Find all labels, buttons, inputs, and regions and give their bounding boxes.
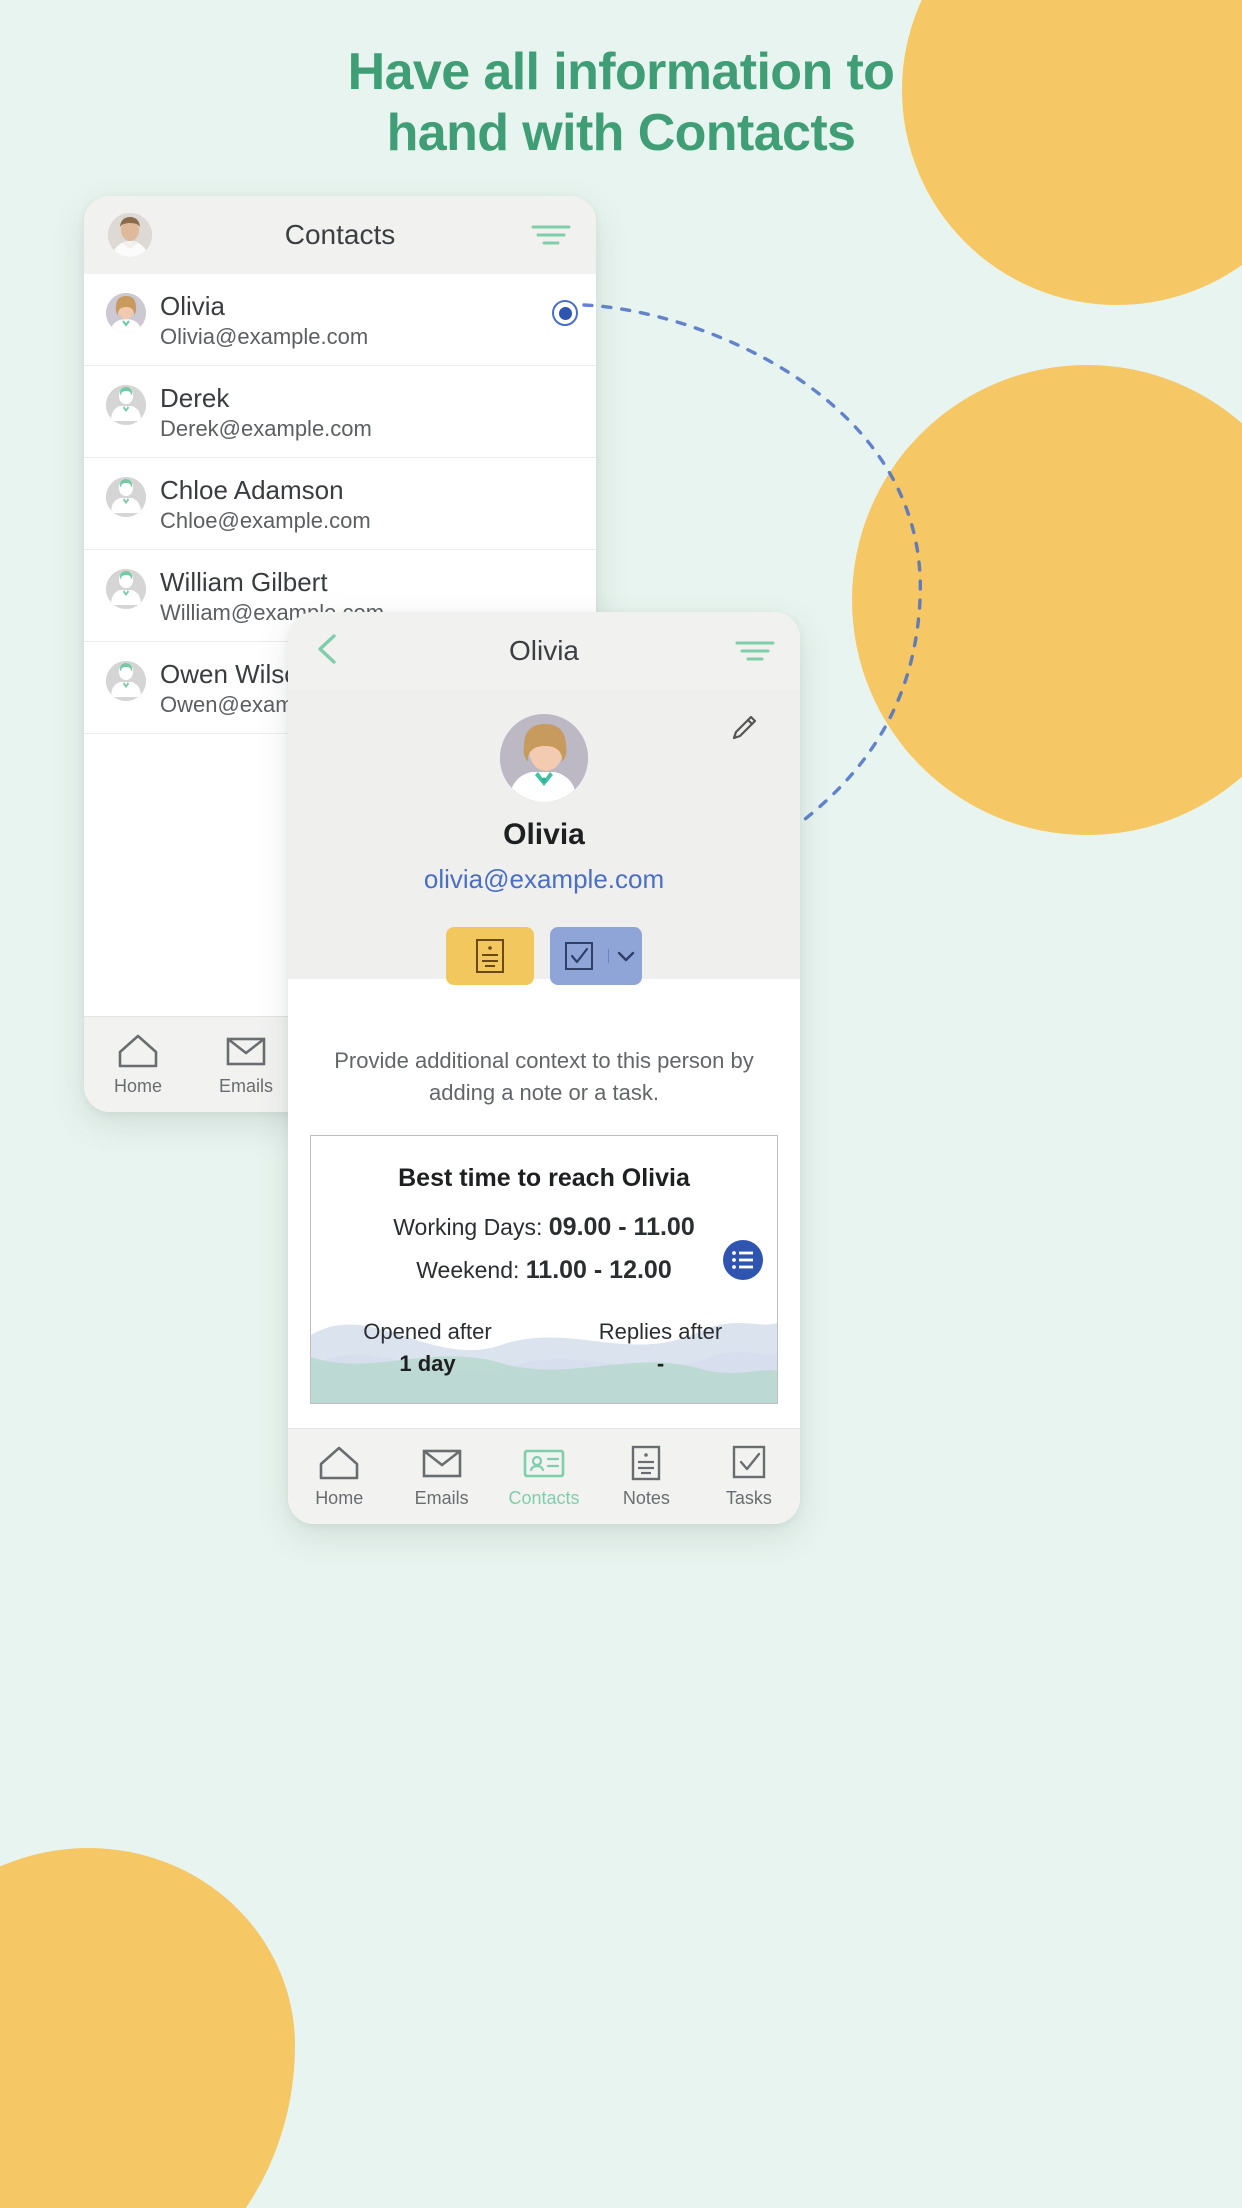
contact-name: William Gilbert [160,567,328,598]
chevron-down-icon [617,951,634,962]
nav-label: Home [315,1488,364,1508]
task-dropdown-toggle[interactable] [608,949,642,963]
contact-name: Olivia [503,818,585,851]
contact-placeholder-icon [106,569,146,610]
contacts-header: Contacts [84,196,596,274]
filter-button[interactable] [734,638,776,664]
home-icon [319,1446,359,1480]
avatar[interactable] [500,714,588,802]
avatar [106,661,146,702]
note-icon [632,1445,661,1481]
detail-body: Provide additional context to this perso… [288,979,800,1455]
user-avatar-photo [108,213,152,257]
replies-after-stat: Replies after - [544,1319,777,1377]
nav-item-emails[interactable]: Emails [192,1032,300,1097]
contact-placeholder-icon [106,385,146,426]
filter-icon [531,225,571,245]
checkbox-icon [565,942,593,970]
filter-icon [735,641,775,661]
note-icon [476,939,504,973]
contact-name: Chloe Adamson [160,475,344,506]
card-title: Best time to reach Olivia [398,1163,690,1192]
edit-button[interactable] [728,712,762,751]
working-days-row: Working Days: 09.00 - 11.00 [311,1199,777,1242]
action-buttons [446,927,642,985]
add-note-button[interactable] [446,927,534,985]
home-icon [118,1034,158,1068]
contact-card-icon [523,1449,565,1478]
check-square-icon [732,1445,766,1479]
list-item[interactable]: Derek Derek@example.com [84,366,596,459]
detail-header: Olivia [288,612,800,690]
add-task-button[interactable] [550,927,642,985]
best-time-card: Best time to reach Olivia Working Days: … [310,1134,778,1404]
nav-item-tasks[interactable]: Tasks [698,1444,800,1509]
stat-key: Replies after [598,1318,723,1344]
headline-line-1: Have all information to [347,43,895,101]
weekend-row: Weekend: 11.00 - 12.00 [311,1242,777,1285]
working-days-label: Working Days: [393,1213,543,1240]
nav-label: Notes [622,1488,670,1508]
avatar[interactable] [108,213,152,257]
profile-hero: Olivia olivia@example.com [288,690,800,985]
envelope-icon [226,1037,266,1066]
list-icon [732,1250,753,1269]
headline-line-2: hand with Contacts [386,104,856,163]
contact-photo-icon [500,714,588,802]
contact-email: Chloe@example.com [160,507,371,533]
nav-item-notes[interactable]: Notes [595,1444,697,1509]
stat-key: Opened after [363,1318,492,1344]
filter-button[interactable] [530,222,572,248]
opened-after-stat: Opened after 1 day [311,1319,544,1377]
contact-detail-screen: Olivia Olivia olivia@example.com Provide… [288,612,800,1524]
envelope-icon [422,1449,461,1478]
screen-title: Olivia [508,635,579,666]
contact-placeholder-icon [106,661,146,702]
poster-canvas: Have all information to hand with Contac… [0,0,1242,2208]
decorative-blob-bottom-left [0,1848,295,2208]
page-title: Have all information to hand with Contac… [0,42,1242,165]
contact-placeholder-icon [106,477,146,518]
weekend-value: 11.00 - 12.00 [525,1255,672,1284]
list-view-button[interactable] [723,1239,763,1280]
pencil-icon [732,715,757,740]
avatar [106,293,146,333]
list-item[interactable]: Chloe Adamson Chloe@example.com [84,458,596,551]
context-hint: Provide additional context to this perso… [334,1048,754,1105]
screen-title: Contacts [284,219,396,250]
nav-label: Home [113,1076,162,1096]
contact-email[interactable]: olivia@example.com [424,864,664,895]
contact-name: Olivia [160,291,226,321]
list-item[interactable]: Olivia Olivia@example.com [84,274,596,367]
nav-item-home[interactable]: Home [84,1032,192,1097]
nav-item-contacts[interactable]: Contacts [493,1444,595,1509]
nav-item-emails[interactable]: Emails [390,1444,492,1509]
working-days-value: 09.00 - 11.00 [548,1212,695,1241]
task-checkbox[interactable] [550,940,608,972]
nav-label: Emails [414,1488,469,1508]
contact-email: Olivia@example.com [160,323,369,349]
nav-label: Emails [218,1076,273,1096]
card-footer: Opened after 1 day Replies after - [311,1289,777,1403]
decorative-blob-middle-right [852,365,1242,835]
nav-label: Tasks [725,1488,772,1508]
avatar [106,477,146,518]
avatar [106,569,146,610]
contact-email: Derek@example.com [160,415,372,441]
contact-photo-icon [106,293,146,333]
nav-item-home[interactable]: Home [288,1444,390,1509]
stat-value: 1 day [399,1350,456,1376]
bottom-navigation: Home Emails Contacts Notes Tasks [288,1428,800,1524]
contact-select-radio[interactable] [552,300,578,326]
avatar [106,385,146,426]
stat-value: - [656,1350,665,1376]
nav-label: Contacts [508,1488,580,1508]
weekend-label: Weekend: [416,1256,520,1283]
contact-name: Derek [160,383,230,414]
